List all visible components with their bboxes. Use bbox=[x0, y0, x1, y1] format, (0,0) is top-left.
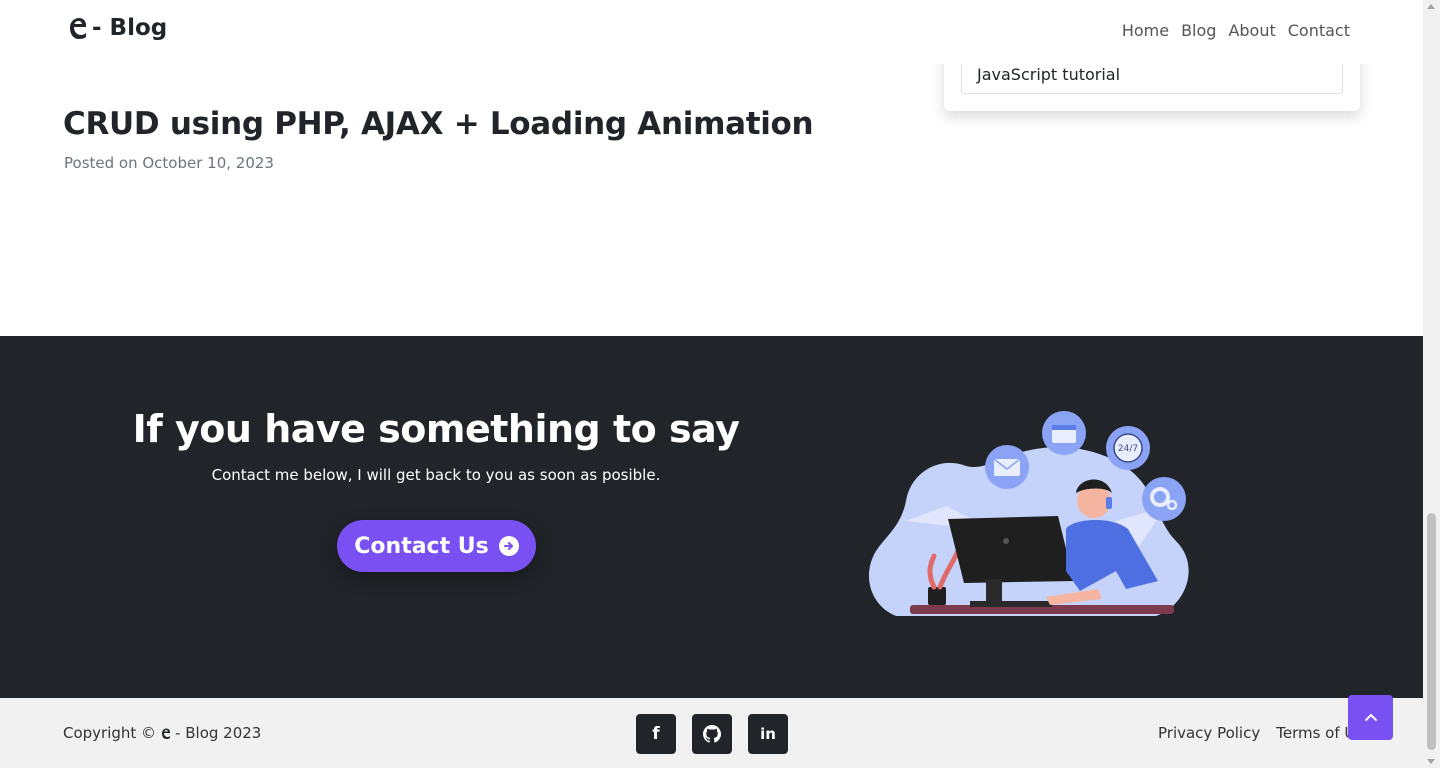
nav-link-contact[interactable]: Contact bbox=[1287, 21, 1351, 40]
github-button[interactable] bbox=[692, 714, 732, 754]
sidebar-item-label: JavaScript tutorial bbox=[977, 65, 1121, 84]
nav-link-about[interactable]: About bbox=[1227, 21, 1276, 40]
main-nav: Home Blog About Contact bbox=[1121, 21, 1351, 40]
back-to-top-button[interactable] bbox=[1348, 695, 1393, 740]
contact-title: If you have something to say bbox=[132, 407, 740, 451]
contact-section: If you have something to say Contact me … bbox=[0, 336, 1423, 698]
footer: Copyright © - Blog 2023 f in Privacy Pol… bbox=[0, 698, 1423, 768]
brand-logo-icon bbox=[70, 18, 86, 39]
contact-us-button[interactable]: Contact Us bbox=[337, 520, 536, 572]
copyright: Copyright © - Blog 2023 bbox=[63, 724, 261, 742]
scrollbar-thumb[interactable] bbox=[1427, 513, 1436, 750]
page-scrollbar[interactable] bbox=[1423, 0, 1440, 768]
social-links: f in bbox=[636, 714, 788, 754]
linkedin-button[interactable]: in bbox=[748, 714, 788, 754]
github-icon bbox=[703, 725, 721, 743]
nav-link-blog[interactable]: Blog bbox=[1180, 21, 1217, 40]
post-date: Posted on October 10, 2023 bbox=[64, 154, 274, 172]
chevron-up-icon bbox=[1364, 713, 1377, 721]
footer-links: Privacy Policy Terms of Use bbox=[1158, 724, 1372, 742]
facebook-icon: f bbox=[652, 724, 660, 744]
copyright-suffix: - Blog 2023 bbox=[175, 724, 262, 742]
nav-link-home[interactable]: Home bbox=[1121, 21, 1170, 40]
page: - Blog Home Blog About Contact JavaScrip… bbox=[0, 0, 1423, 768]
navbar: - Blog Home Blog About Contact bbox=[0, 0, 1423, 64]
post-title[interactable]: CRUD using PHP, AJAX + Loading Animation bbox=[63, 106, 814, 142]
clock-text: 24/7 bbox=[1118, 444, 1138, 454]
arrow-right-circle-icon bbox=[498, 536, 519, 556]
privacy-policy-link[interactable]: Privacy Policy bbox=[1158, 724, 1260, 742]
facebook-button[interactable]: f bbox=[636, 714, 676, 754]
brand-text: - Blog bbox=[92, 15, 168, 41]
contact-subtitle: Contact me below, I will get back to you… bbox=[211, 466, 661, 484]
linkedin-icon: in bbox=[760, 725, 776, 743]
brand-logo-small-icon bbox=[162, 728, 171, 739]
copyright-prefix: Copyright © bbox=[63, 724, 157, 742]
contact-us-label: Contact Us bbox=[354, 533, 489, 559]
brand[interactable]: - Blog bbox=[66, 15, 167, 41]
scroll-up-arrow-icon[interactable] bbox=[1427, 4, 1435, 9]
scroll-down-arrow-icon[interactable] bbox=[1427, 759, 1435, 764]
support-illustration: 24/7 bbox=[868, 411, 1189, 616]
